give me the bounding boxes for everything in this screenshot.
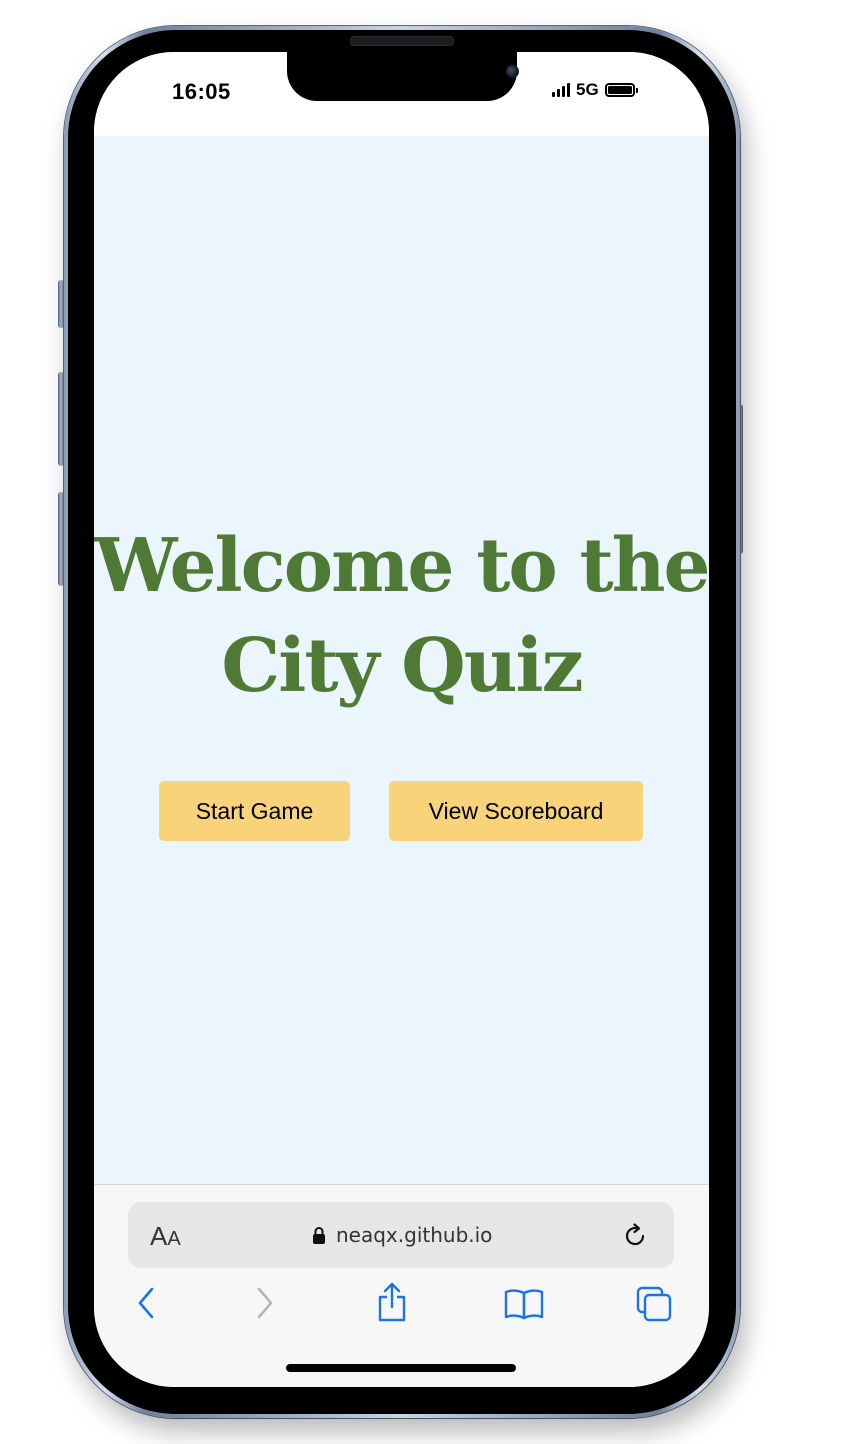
text-size-label-small: A bbox=[167, 1228, 181, 1250]
browser-toolbar: AA neaqx.github.io bbox=[94, 1184, 709, 1387]
front-camera bbox=[506, 65, 519, 78]
status-time: 16:05 bbox=[172, 79, 231, 104]
address-bar[interactable]: AA neaqx.github.io bbox=[128, 1202, 674, 1268]
text-size-button[interactable]: AA bbox=[150, 1221, 181, 1252]
text-size-label-big: A bbox=[150, 1221, 168, 1251]
back-chevron-icon[interactable] bbox=[134, 1285, 158, 1321]
url-display[interactable]: neaqx.github.io bbox=[312, 1223, 492, 1247]
url-text: neaqx.github.io bbox=[336, 1223, 493, 1247]
bookmarks-icon[interactable] bbox=[503, 1287, 545, 1321]
status-indicators: 5G bbox=[552, 80, 638, 100]
share-icon[interactable] bbox=[375, 1281, 409, 1323]
forward-chevron-icon[interactable] bbox=[253, 1285, 277, 1321]
reload-icon[interactable] bbox=[621, 1222, 649, 1250]
view-scoreboard-button[interactable]: View Scoreboard bbox=[389, 781, 643, 841]
earpiece-speaker bbox=[350, 36, 454, 46]
title-line-2: City Quiz bbox=[221, 623, 583, 709]
home-indicator[interactable] bbox=[286, 1364, 516, 1372]
battery-icon bbox=[604, 83, 638, 97]
device-mockup: 16:05 5G Welcome to the City Quiz Start … bbox=[0, 0, 848, 1444]
signal-icon bbox=[552, 83, 570, 97]
title-line-1: Welcome to the bbox=[94, 523, 709, 609]
network-type: 5G bbox=[576, 80, 599, 99]
page-content: Welcome to the City Quiz Start Game View… bbox=[94, 136, 709, 1184]
lock-icon bbox=[313, 1226, 325, 1244]
tabs-icon[interactable] bbox=[635, 1285, 673, 1323]
page-title: Welcome to the City Quiz bbox=[94, 516, 709, 716]
start-game-button[interactable]: Start Game bbox=[159, 781, 350, 841]
notch bbox=[287, 52, 519, 101]
phone-screen: 16:05 5G Welcome to the City Quiz Start … bbox=[94, 52, 709, 1387]
